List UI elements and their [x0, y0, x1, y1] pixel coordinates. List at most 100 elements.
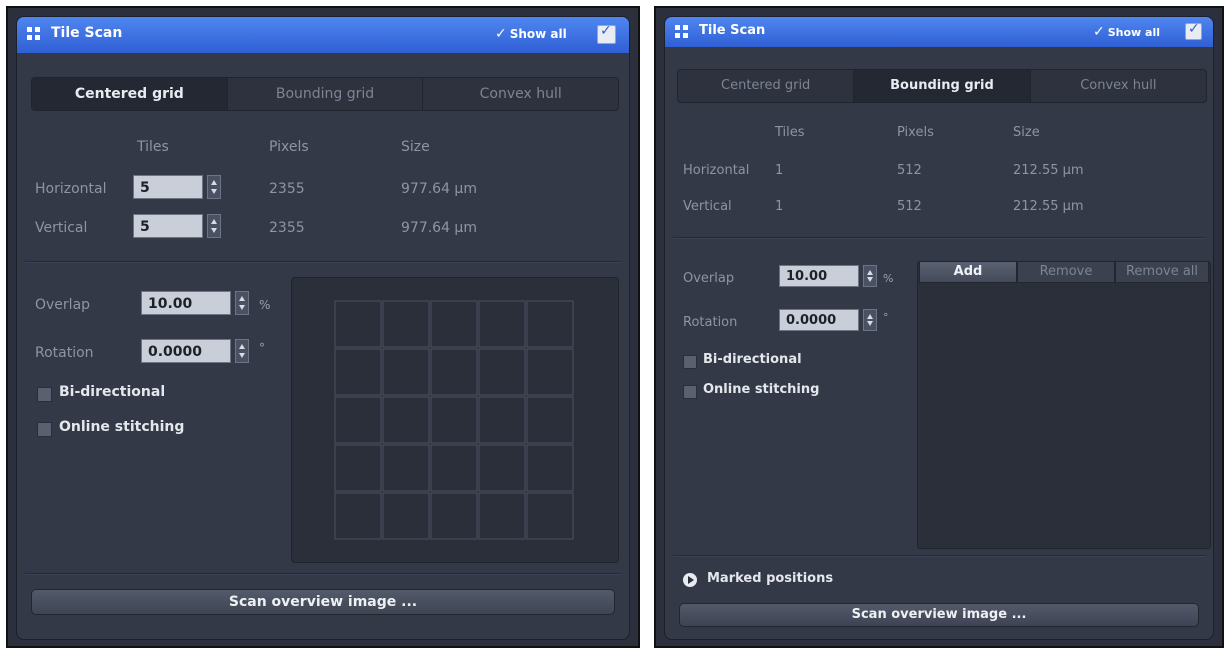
grid-mode-tabs: Centered grid Bounding grid Convex hull	[677, 69, 1207, 103]
horizontal-pixels: 2355	[269, 181, 305, 197]
rotation-unit: °	[259, 341, 265, 355]
vertical-size: 977.64 µm	[401, 220, 477, 236]
overlap-unit: %	[883, 272, 894, 285]
vertical-pixels: 512	[897, 199, 922, 214]
horizontal-label: Horizontal	[35, 181, 107, 197]
panel-enable-checkbox[interactable]	[1185, 21, 1202, 40]
online-stitching-checkbox[interactable]	[37, 422, 52, 437]
grid-tile	[334, 492, 382, 540]
rotation-input[interactable]: 0.0000	[779, 309, 859, 331]
overlap-stepper[interactable]	[235, 291, 249, 315]
grid-tile	[430, 492, 478, 540]
tile-scan-panel-left: Tile Scan ✓Show all Centered grid Boundi…	[16, 16, 630, 640]
overlap-input[interactable]: 10.00	[141, 291, 231, 315]
expand-arrow-icon[interactable]	[683, 573, 697, 587]
vertical-size: 212.55 µm	[1013, 199, 1084, 214]
header-pixels: Pixels	[269, 139, 309, 155]
rotation-input[interactable]: 0.0000	[141, 339, 231, 363]
bidirectional-label: Bi-directional	[703, 352, 802, 367]
horizontal-pixels: 512	[897, 163, 922, 178]
tab-centered-grid[interactable]: Centered grid	[678, 70, 855, 102]
remove-all-positions-button[interactable]: Remove all	[1115, 261, 1209, 283]
grid-tile	[382, 444, 430, 492]
add-position-button[interactable]: Add	[919, 261, 1017, 283]
vertical-tiles-input[interactable]: 5	[133, 214, 203, 238]
header-size: Size	[401, 139, 430, 155]
bidirectional-checkbox[interactable]	[37, 387, 52, 402]
online-stitching-label: Online stitching	[703, 382, 820, 397]
tab-bounding-grid[interactable]: Bounding grid	[854, 70, 1031, 102]
tile-grid-svg	[334, 300, 574, 540]
rotation-stepper[interactable]	[863, 309, 877, 331]
tab-convex-hull[interactable]: Convex hull	[423, 78, 618, 110]
online-stitching-checkbox[interactable]	[683, 385, 697, 399]
grid-tile	[382, 348, 430, 396]
grid-tile	[334, 348, 382, 396]
header-pixels: Pixels	[897, 125, 934, 140]
tab-convex-hull[interactable]: Convex hull	[1031, 70, 1206, 102]
show-all-toggle[interactable]: ✓ Show all	[495, 26, 567, 42]
divider	[25, 261, 621, 263]
vertical-label: Vertical	[683, 199, 732, 214]
rotation-label: Rotation	[683, 315, 738, 330]
grid-tile	[478, 444, 526, 492]
panel-enable-checkbox[interactable]	[597, 23, 616, 44]
scan-overview-button[interactable]: Scan overview image ...	[679, 603, 1199, 627]
tile-scan-panel-right: Tile Scan ✓Show all Centered grid Boundi…	[664, 16, 1214, 640]
remove-position-button[interactable]: Remove	[1017, 261, 1115, 283]
grid-tile	[526, 492, 574, 540]
bidirectional-label: Bi-directional	[59, 384, 166, 400]
panel-titlebar[interactable]: Tile Scan ✓ Show all	[665, 17, 1213, 47]
grid-tile	[430, 396, 478, 444]
horizontal-label: Horizontal	[683, 163, 750, 178]
grid-tile	[430, 300, 478, 348]
marked-positions-label[interactable]: Marked positions	[707, 571, 833, 586]
grid-tile	[526, 300, 574, 348]
horizontal-tiles-input[interactable]: 5	[133, 175, 203, 199]
rotation-unit: °	[883, 311, 889, 324]
grid-tile	[382, 396, 430, 444]
grid-tile	[334, 300, 382, 348]
grid-tile	[334, 444, 382, 492]
horizontal-tiles-stepper[interactable]	[207, 175, 221, 199]
divider	[25, 573, 621, 575]
overlap-input[interactable]: 10.00	[779, 265, 859, 287]
panel-title: Tile Scan	[699, 23, 766, 38]
header-tiles: Tiles	[137, 139, 169, 155]
grid-tile	[478, 492, 526, 540]
checkmark-icon: ✓	[495, 26, 507, 42]
right-screenshot: Tile Scan ✓Show all Centered grid Boundi…	[654, 6, 1224, 648]
checkmark-icon: ✓	[1093, 24, 1105, 40]
tab-centered-grid[interactable]: Centered grid	[32, 78, 228, 110]
horizontal-size: 212.55 µm	[1013, 163, 1084, 178]
grid-tile	[478, 300, 526, 348]
tab-bounding-grid[interactable]: Bounding grid	[228, 78, 424, 110]
grid-tile	[478, 396, 526, 444]
overlap-stepper[interactable]	[863, 265, 877, 287]
grid-tile	[382, 492, 430, 540]
panel-title: Tile Scan	[51, 25, 123, 41]
divider	[673, 555, 1205, 557]
show-all-toggle[interactable]: ✓ Show all	[1093, 24, 1160, 40]
divider	[673, 237, 1205, 239]
grid-tile	[478, 348, 526, 396]
overlap-unit: %	[259, 298, 271, 312]
overlap-label: Overlap	[35, 297, 91, 313]
grid-tile	[526, 444, 574, 492]
marked-positions-list[interactable]	[917, 261, 1211, 549]
bidirectional-checkbox[interactable]	[683, 355, 697, 369]
horizontal-size: 977.64 µm	[401, 181, 477, 197]
rotation-stepper[interactable]	[235, 339, 249, 363]
panel-titlebar[interactable]: Tile Scan ✓ Show all	[17, 17, 629, 53]
vertical-tiles-stepper[interactable]	[207, 214, 221, 238]
overlap-label: Overlap	[683, 271, 735, 286]
grid-tile	[526, 348, 574, 396]
grid-tile	[526, 396, 574, 444]
grid-tile	[430, 348, 478, 396]
rotation-label: Rotation	[35, 345, 94, 361]
tile-grid-preview	[291, 277, 619, 563]
grid-tile	[334, 396, 382, 444]
scan-overview-button[interactable]: Scan overview image ...	[31, 589, 615, 615]
vertical-tiles: 1	[775, 199, 784, 214]
tile-scan-icon	[27, 27, 41, 41]
